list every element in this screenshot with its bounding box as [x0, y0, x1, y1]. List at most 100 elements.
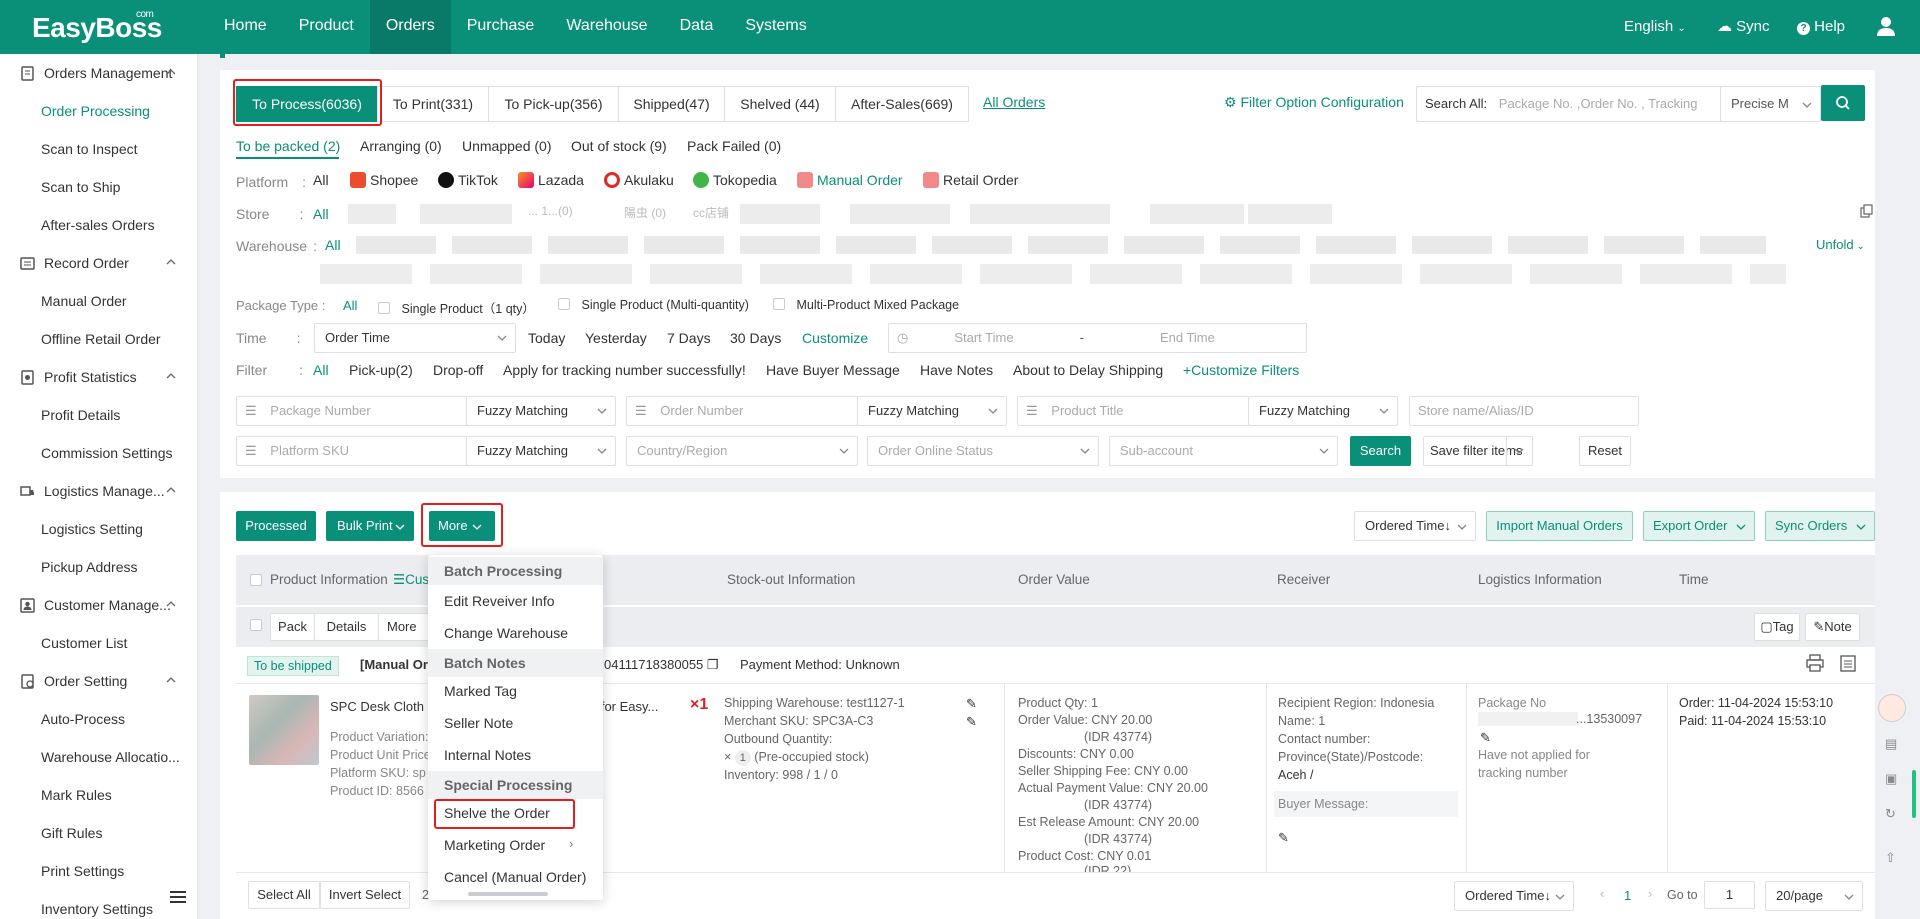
edit-warehouse-icon[interactable]: ✎: [966, 696, 977, 712]
tab-to-pickup[interactable]: To Pick-up(356): [488, 86, 619, 122]
edit-package-icon[interactable]: ✎: [1480, 730, 1491, 746]
select-all-button[interactable]: Select All: [248, 881, 320, 909]
feedback-icon[interactable]: ▤: [1885, 736, 1897, 752]
date-range-picker[interactable]: ◷ Start Time - End Time: [888, 323, 1307, 353]
sidebar-item-scan-to-inspect[interactable]: Scan to Inspect: [0, 130, 190, 168]
sidebar-item-warehouse-allocation[interactable]: Warehouse Allocatio...: [0, 738, 190, 776]
menu-change-warehouse[interactable]: Change Warehouse: [444, 625, 568, 641]
order-match-select[interactable]: Fuzzy Matching: [857, 396, 1007, 426]
search-mode-select[interactable]: Precise M: [1720, 86, 1821, 122]
language-selector[interactable]: English ⌄: [1624, 0, 1686, 54]
product-title-input[interactable]: ☰ Product Title: [1017, 396, 1249, 426]
subtab-to-be-packed[interactable]: To be packed (2): [236, 138, 340, 154]
pack-button[interactable]: Pack: [270, 613, 315, 641]
package-single[interactable]: Single Product（1 qty）: [378, 298, 535, 317]
sidebar-item-profit-details[interactable]: Profit Details: [0, 396, 190, 434]
sort-ordered-time[interactable]: Ordered Time↓: [1354, 511, 1476, 541]
sidebar-group-order-setting[interactable]: Order Setting: [0, 662, 197, 700]
easyboss-logo[interactable]: EasyBoss com: [32, 9, 162, 44]
select-all-checkbox[interactable]: [250, 573, 262, 588]
platform-all[interactable]: All: [313, 172, 329, 188]
page-size-select[interactable]: 20/page: [1765, 881, 1863, 911]
filter-dropoff[interactable]: Drop-off: [433, 362, 483, 378]
search-all-field[interactable]: Search All: Package No. ,Order No. , Tra…: [1416, 86, 1723, 122]
export-order-button[interactable]: Export Order: [1643, 511, 1755, 541]
customize-columns-link[interactable]: ☰Cus: [393, 572, 429, 588]
sidebar-item-print-settings[interactable]: Print Settings: [0, 852, 190, 890]
note-button[interactable]: ✎Note: [1805, 613, 1860, 641]
sync-button[interactable]: ☁ Sync: [1717, 0, 1770, 54]
copy-icon[interactable]: [1860, 204, 1874, 221]
checkbox[interactable]: [558, 298, 570, 310]
order-number[interactable]: 04111718380055 ❐: [604, 657, 719, 673]
platform-shopee[interactable]: Shopee: [350, 172, 418, 188]
bulk-print-button[interactable]: Bulk Print: [326, 511, 414, 541]
print-icon[interactable]: [1806, 654, 1824, 675]
sidebar-group-profit-statistics[interactable]: Profit Statistics: [0, 358, 197, 396]
warehouse-all[interactable]: All: [325, 237, 341, 253]
menu-marked-tag[interactable]: Marked Tag: [444, 683, 517, 699]
collapse-menu-icon[interactable]: [170, 890, 186, 907]
help-button[interactable]: ? Help: [1797, 0, 1845, 54]
filter-config-link[interactable]: ⚙ Filter Option Configuration: [1224, 94, 1404, 111]
menu-cancel-manual-order[interactable]: Cancel (Manual Order): [444, 869, 586, 885]
sidebar-item-pickup-address[interactable]: Pickup Address: [0, 548, 190, 586]
checkbox[interactable]: [773, 298, 785, 310]
sidebar-group-logistics-management[interactable]: Logistics Manage...: [0, 472, 197, 510]
store-all[interactable]: All: [313, 206, 329, 222]
search-submit-button[interactable]: Search: [1350, 436, 1411, 466]
menu-scrollbar[interactable]: [468, 892, 548, 896]
package-multi-quantity[interactable]: Single Product (Multi-quantity): [558, 298, 749, 312]
copy-icon[interactable]: ❐: [707, 657, 719, 672]
sidebar-item-inventory-settings[interactable]: Inventory Settings: [0, 890, 190, 919]
sidebar-item-auto-process[interactable]: Auto-Process: [0, 700, 190, 738]
country-region-select[interactable]: Country/Region: [626, 436, 858, 466]
subtab-pack-failed[interactable]: Pack Failed (0): [687, 138, 781, 154]
current-page[interactable]: 1: [1624, 888, 1631, 903]
tab-after-sales[interactable]: After-Sales(669): [835, 86, 969, 122]
sidebar-item-manual-order[interactable]: Manual Order: [0, 282, 190, 320]
prev-page-icon[interactable]: ‹: [1600, 886, 1604, 901]
store-name-input[interactable]: Store name/Alias/ID: [1409, 396, 1639, 426]
checkbox[interactable]: [378, 302, 390, 314]
time-customize[interactable]: Customize: [802, 330, 868, 346]
platform-lazada[interactable]: Lazada: [518, 172, 584, 188]
filter-tracking-success[interactable]: Apply for tracking number successfully!: [503, 362, 746, 378]
save-filter-button[interactable]: Save filter items: [1423, 436, 1533, 466]
edit-sku-icon[interactable]: ✎: [966, 714, 977, 730]
package-type-all[interactable]: All: [343, 298, 357, 313]
sidebar-item-after-sales-orders[interactable]: After-sales Orders: [0, 206, 190, 244]
platform-retail-order[interactable]: Retail Order: [923, 172, 1018, 188]
menu-shelve-order[interactable]: Shelve the Order: [444, 805, 550, 821]
import-manual-orders-button[interactable]: Import Manual Orders: [1486, 511, 1633, 541]
platform-manual-order[interactable]: Manual Order: [797, 172, 903, 188]
subtab-unmapped[interactable]: Unmapped (0): [462, 138, 552, 154]
row-checkbox[interactable]: [250, 618, 262, 633]
nav-purchase[interactable]: Purchase: [451, 0, 551, 54]
unfold-toggle[interactable]: Unfold ⌄: [1816, 237, 1865, 252]
time-today[interactable]: Today: [528, 330, 565, 346]
tab-shipped[interactable]: Shipped(47): [618, 86, 725, 122]
subtab-out-of-stock[interactable]: Out of stock (9): [571, 138, 667, 154]
sidebar-group-orders-management[interactable]: Orders Management: [0, 54, 197, 92]
sub-account-select[interactable]: Sub-account: [1109, 436, 1338, 466]
tag-button[interactable]: ▢Tag: [1754, 613, 1800, 641]
nav-data[interactable]: Data: [664, 0, 730, 54]
nav-home[interactable]: Home: [208, 0, 283, 54]
sidebar-item-mark-rules[interactable]: Mark Rules: [0, 776, 190, 814]
tab-to-print[interactable]: To Print(331): [377, 86, 489, 122]
menu-marketing-order[interactable]: Marketing Order: [444, 837, 545, 853]
sidebar-item-order-processing[interactable]: Order Processing: [0, 92, 190, 130]
package-mixed[interactable]: Multi-Product Mixed Package: [773, 298, 959, 312]
processed-button[interactable]: Processed: [236, 511, 316, 541]
scrollbar-thumb[interactable]: [1912, 770, 1916, 818]
product-image[interactable]: [249, 695, 319, 765]
invert-select-button[interactable]: Invert Select: [320, 881, 410, 909]
subtab-arranging[interactable]: Arranging (0): [360, 138, 442, 154]
clipboard-icon[interactable]: [1840, 654, 1856, 675]
all-orders-link[interactable]: All Orders: [983, 94, 1045, 110]
platform-tiktok[interactable]: TikTok: [438, 172, 498, 188]
product-title[interactable]: SPC Desk Cloth: [330, 699, 424, 714]
more-button[interactable]: More: [429, 511, 495, 541]
filter-all[interactable]: All: [313, 362, 329, 378]
